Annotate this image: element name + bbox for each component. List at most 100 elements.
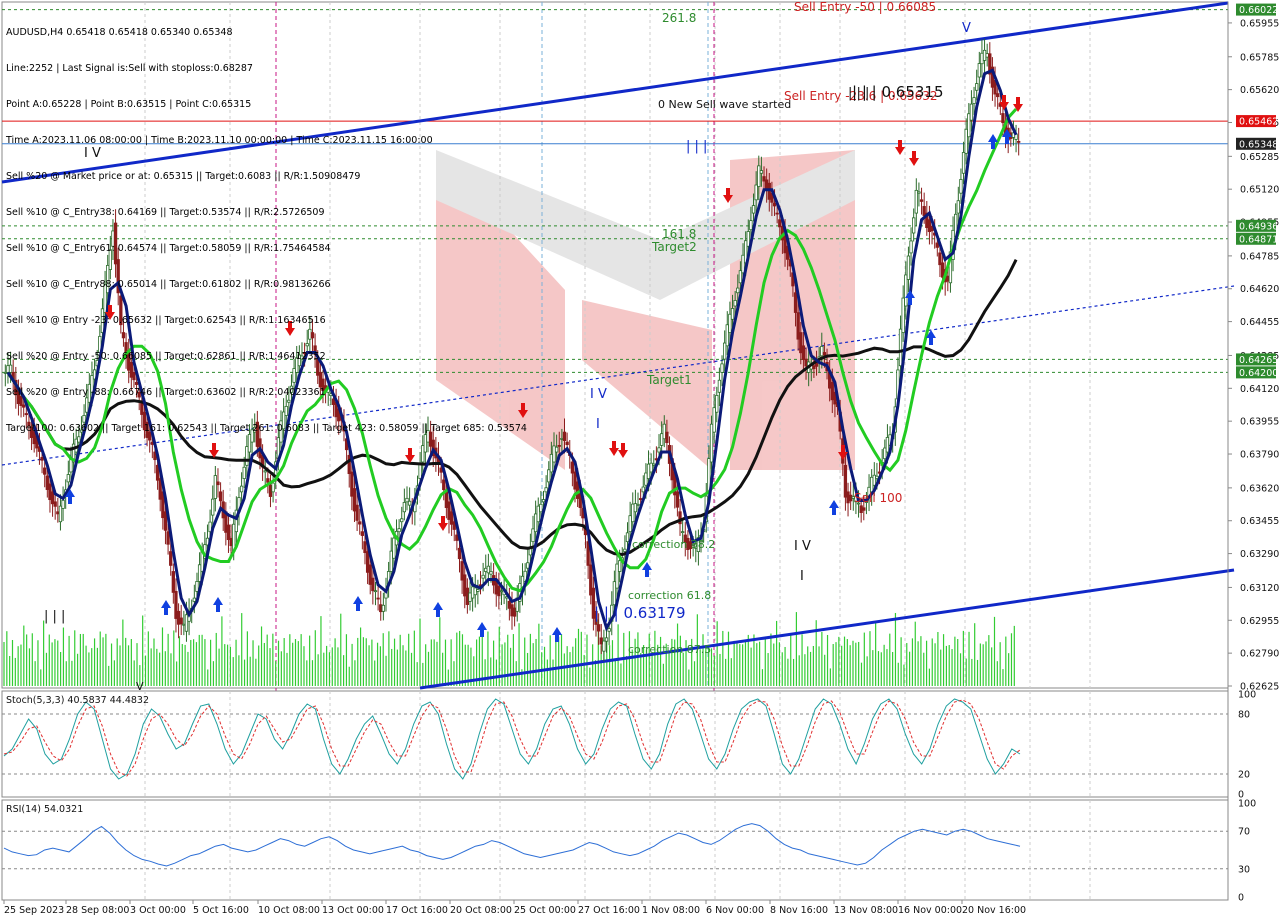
candle-body: [166, 531, 170, 545]
candle-body: [980, 52, 984, 65]
trading-chart[interactable]: 261.8 161.8 Target2 Target1 Sell Entry -…: [0, 0, 1280, 920]
candle-body: [961, 152, 966, 174]
candle-body: [218, 491, 223, 502]
candle-body: [720, 363, 724, 373]
candle-body: [956, 200, 960, 214]
candle-body: [266, 478, 270, 483]
candle-body: [754, 184, 758, 201]
candle-body: [762, 176, 766, 182]
candle-body: [22, 404, 26, 408]
candle-body: [615, 563, 619, 589]
sell-entry-50-label: Sell Entry -50 | 0.66085: [794, 0, 936, 14]
wave-iii-label-3: | | |: [848, 86, 869, 101]
candle-body: [111, 230, 115, 247]
candle-body: [255, 421, 259, 447]
candle-body: [736, 287, 740, 294]
candle-body: [142, 411, 147, 431]
candle-body: [226, 524, 231, 541]
price-tick-label: 0.63955: [1240, 417, 1279, 428]
candle-body: [757, 165, 761, 187]
candle-body: [996, 93, 1000, 98]
candle-body: [281, 411, 286, 430]
price-level-value: 0.64200: [1239, 368, 1278, 379]
candle-body: [463, 574, 467, 597]
candle-body: [470, 586, 475, 599]
candle-body: [725, 324, 729, 347]
candle-body: [53, 501, 57, 507]
candle-body: [641, 486, 645, 493]
candle-body: [625, 532, 630, 543]
candle-body: [163, 511, 168, 531]
candle-body: [652, 463, 656, 466]
candle-body: [8, 364, 13, 373]
candle-body: [316, 358, 320, 376]
candle-body: [284, 405, 288, 416]
candle-body: [486, 565, 491, 574]
candle-body: [242, 466, 246, 479]
correction-38-label: correction 38.2: [632, 538, 715, 551]
candle-body: [512, 607, 517, 617]
candle-body: [179, 617, 183, 625]
rsi-tick-label: 70: [1238, 827, 1250, 838]
candle-body: [662, 423, 666, 440]
candle-body: [846, 491, 850, 504]
candle-body: [184, 614, 189, 632]
candle-body: [421, 445, 425, 463]
candle-body: [174, 591, 178, 619]
candle-body: [140, 401, 144, 415]
candle-body: [132, 371, 136, 381]
candle-body: [300, 355, 304, 360]
candle-body: [397, 528, 401, 533]
candle-body: [985, 53, 989, 58]
candle-body: [318, 371, 323, 388]
wave-i-label: I: [596, 417, 600, 432]
candle-body: [360, 531, 365, 536]
time-tick-label: 10 Oct 08:00: [258, 905, 320, 916]
candle-body: [749, 220, 753, 231]
price-tick-label: 0.65955: [1240, 18, 1279, 29]
candle-body: [239, 485, 244, 493]
candle-body: [549, 453, 554, 473]
candle-body: [912, 217, 916, 234]
time-tick-label: 16 Nov 00:00: [898, 905, 962, 916]
candle-body: [407, 500, 412, 506]
candle-body: [484, 567, 488, 572]
candle-body: [573, 471, 577, 490]
candle-body: [423, 434, 428, 453]
candle-body: [862, 507, 866, 511]
candle-body: [883, 447, 887, 460]
candle-body: [82, 415, 86, 423]
candle-body: [27, 421, 31, 427]
candle-body: [247, 434, 252, 453]
candle-body: [460, 561, 464, 581]
stochastic-axis: 10080200: [1238, 690, 1256, 801]
candle-body: [946, 275, 950, 282]
candle-body: [975, 83, 979, 91]
candle-body: [751, 205, 756, 214]
candle-body: [268, 484, 273, 497]
candle-body: [3, 371, 7, 374]
candle-body: [778, 219, 782, 228]
candle-body: [400, 518, 404, 523]
candle-body: [129, 362, 133, 378]
candle-body: [476, 589, 480, 592]
target2-label: Target2: [651, 240, 697, 254]
price-level-value: 0.64871: [1239, 234, 1278, 245]
candle-body: [822, 352, 827, 356]
candle-body: [48, 483, 52, 501]
candle-body: [938, 252, 942, 266]
candle-body: [544, 487, 548, 493]
candle-body: [796, 312, 800, 340]
correction-61-label: correction 61.8: [628, 589, 711, 602]
candle-body: [977, 63, 981, 78]
candle-body: [297, 354, 301, 367]
candle-body: [659, 433, 664, 446]
price-tick-label: 0.63120: [1240, 583, 1279, 594]
candle-body: [66, 474, 70, 483]
candle-body: [759, 170, 764, 174]
wave-iii-label-1: | | |: [686, 139, 707, 154]
candle-body: [402, 502, 407, 513]
candle-body: [121, 332, 126, 339]
sell-100-label: Sell 100: [854, 491, 902, 505]
candle-body: [444, 491, 449, 508]
